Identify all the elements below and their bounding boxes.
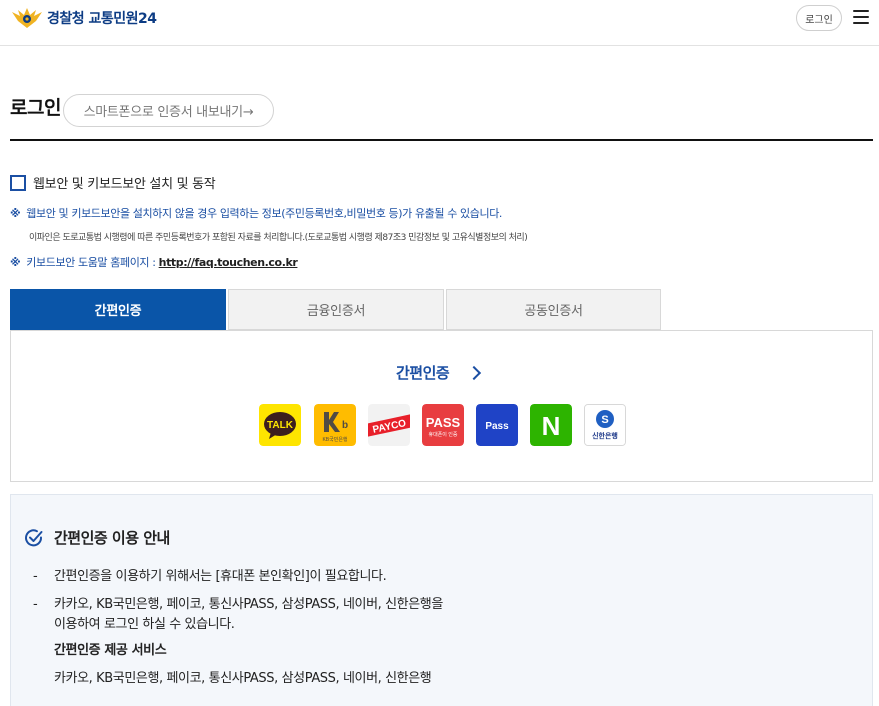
security-checkbox[interactable] <box>10 174 26 191</box>
pass-icon: PASS 휴대폰이 인증 <box>422 404 464 446</box>
svg-text:b: b <box>342 420 348 431</box>
kb-provider-button[interactable]: b KB국민은행 <box>314 404 356 446</box>
security-checkbox-label: 웹보안 및 키보드보안 설치 및 동작 <box>33 177 216 192</box>
security-note-1: ※ 웹보안 및 키보드보안을 설치하지 않을 경우 입력하는 정보(주민등록번호,… <box>10 205 502 221</box>
title-divider <box>10 139 873 141</box>
site-logo[interactable]: 경찰청 교통민원24 <box>10 6 157 30</box>
naver-icon: N <box>530 404 572 446</box>
simple-auth-title: 간편인증 <box>396 364 450 382</box>
info-item-1: - 간편인증을 이용하기 위해서는 [휴대폰 본인확인]이 필요합니다. <box>33 567 387 587</box>
info-item-2-line-1: 카카오, KB국민은행, 페이코, 통신사PASS, 삼성PASS, 네이버, … <box>54 597 443 612</box>
chevron-right-icon <box>467 365 482 380</box>
pass-subtext: 휴대폰이 인증 <box>429 431 458 438</box>
menu-bar <box>853 16 869 18</box>
pass-provider-button[interactable]: PASS 휴대폰이 인증 <box>422 404 464 446</box>
note-1-text: 웹보안 및 키보드보안을 설치하지 않을 경우 입력하는 정보(주민등록번호,비… <box>26 207 503 220</box>
site-name: 경찰청 교통민원24 <box>47 11 157 27</box>
export-certificate-button[interactable]: 스마트폰으로 인증서 내보내기→ <box>63 94 274 127</box>
samsung-pass-icon: Pass <box>476 404 518 446</box>
tab-simple-auth[interactable]: 간편인증 <box>10 289 226 330</box>
tab-financial-certificate[interactable]: 금융인증서 <box>228 289 444 330</box>
info-item-2-line-2: 이용하여 로그인 하실 수 있습니다. <box>54 617 235 632</box>
simple-auth-panel: 간편인증 TALK b KB국민은행 PAYCO PASS 휴대폰이 인증 Pa… <box>10 330 873 482</box>
simple-auth-info-box: 간편인증 이용 안내 - 간편인증을 이용하기 위해서는 [휴대폰 본인확인]이 … <box>10 494 873 706</box>
pass-text: PASS <box>426 415 461 430</box>
info-item-2: - 카카오, KB국민은행, 페이코, 통신사PASS, 삼성PASS, 네이버,… <box>33 595 443 615</box>
samsung-pass-text: Pass <box>485 421 509 432</box>
security-note-2: 이파인은 도로교통법 시행령에 따른 주민등록번호가 포함된 자료를 처리합니다… <box>29 233 528 243</box>
kb-text: KB국민은행 <box>322 436 347 443</box>
shinhan-icon: S 신한은행 <box>585 405 625 445</box>
help-link[interactable]: http://faq.touchen.co.kr <box>159 256 298 269</box>
info-title: 간편인증 이용 안내 <box>54 529 170 547</box>
info-item-1-text: 간편인증을 이용하기 위해서는 [휴대폰 본인확인]이 필요합니다. <box>54 569 387 584</box>
simple-auth-link[interactable]: 간편인증 <box>396 362 482 383</box>
kakao-icon: TALK <box>259 404 301 446</box>
kb-icon: b KB국민은행 <box>314 404 356 446</box>
site-header: 경찰청 교통민원24 로그인 <box>0 0 879 46</box>
payco-provider-button[interactable]: PAYCO <box>368 404 410 446</box>
help-label: 키보드보안 도움말 홈페이지 : <box>26 256 159 269</box>
dash: - <box>33 569 38 584</box>
check-circle-icon <box>25 528 43 546</box>
note-mark: ※ <box>10 207 21 220</box>
info-heading: 간편인증 이용 안내 <box>24 527 170 548</box>
page-title: 로그인 <box>10 97 61 119</box>
title-row: 로그인 <box>10 93 61 120</box>
security-checkbox-row[interactable]: 웹보안 및 키보드보안 설치 및 동작 <box>10 173 216 192</box>
naver-provider-button[interactable]: N <box>530 404 572 446</box>
tab-joint-certificate[interactable]: 공동인증서 <box>446 289 661 330</box>
svg-text:S: S <box>601 414 608 426</box>
police-emblem-icon <box>12 8 42 28</box>
header-login-button[interactable]: 로그인 <box>796 5 842 31</box>
menu-bar <box>853 10 869 12</box>
security-help-row: ※ 키보드보안 도움말 홈페이지 : http://faq.touchen.co.… <box>10 254 298 270</box>
payco-icon: PAYCO <box>368 404 410 446</box>
dash: - <box>33 597 38 612</box>
info-services: 카카오, KB국민은행, 페이코, 통신사PASS, 삼성PASS, 네이버, … <box>54 671 432 686</box>
kakao-provider-button[interactable]: TALK <box>259 404 301 446</box>
note-mark: ※ <box>10 256 21 269</box>
menu-bar <box>853 22 869 24</box>
info-subheading: 간편인증 제공 서비스 <box>54 643 167 658</box>
shinhan-provider-button[interactable]: S 신한은행 <box>584 404 626 446</box>
hamburger-icon[interactable] <box>853 10 869 24</box>
samsung-pass-provider-button[interactable]: Pass <box>476 404 518 446</box>
naver-text: N <box>542 411 561 441</box>
kakao-text: TALK <box>267 420 294 431</box>
shinhan-text: 신한은행 <box>592 431 618 440</box>
